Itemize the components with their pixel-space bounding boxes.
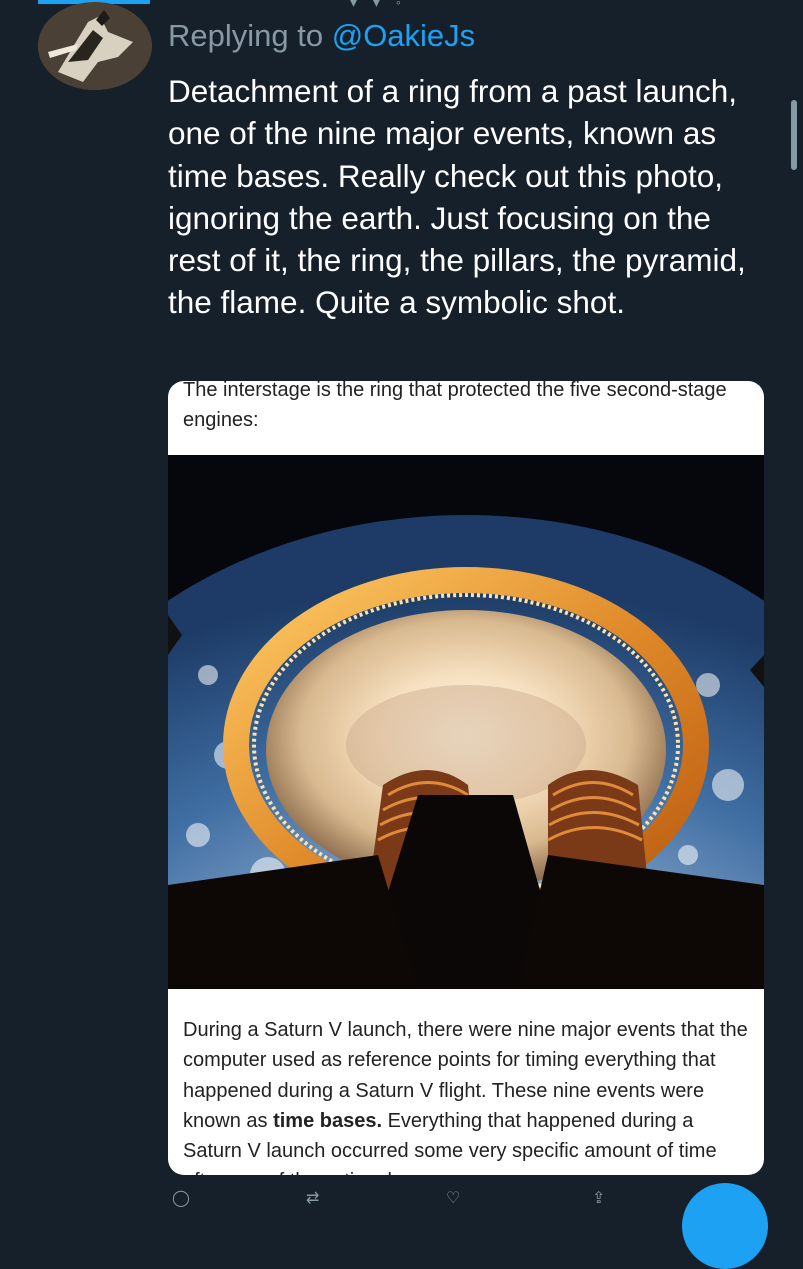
top-action-icons: ▾ ▾ ◦ <box>350 0 407 10</box>
card-photo[interactable] <box>168 455 764 989</box>
avatar[interactable] <box>38 2 152 90</box>
reply-handle-link[interactable]: @OakieJs <box>332 18 475 53</box>
card-bottom-text-bold: time bases. <box>273 1109 383 1132</box>
retweet-icon[interactable]: ⇄ <box>306 1188 319 1208</box>
tweet-text: Detachment of a ring from a past launch,… <box>168 73 746 321</box>
card-bottom-text: During a Saturn V launch, there were nin… <box>183 1015 753 1175</box>
interstage-ring-photo-icon <box>168 455 764 989</box>
reply-icon[interactable]: ◯ <box>172 1188 190 1208</box>
replying-to-label: Replying to <box>168 18 324 53</box>
replying-to: Replying to @OakieJs <box>168 18 475 54</box>
scrollbar[interactable] <box>791 100 797 170</box>
like-icon[interactable]: ♡ <box>446 1188 460 1208</box>
avatar-image-icon <box>38 2 152 90</box>
compose-button[interactable] <box>682 1183 768 1269</box>
card-top-text: The interstage is the ring that protecte… <box>183 381 727 431</box>
screenshot-card[interactable]: The interstage is the ring that protecte… <box>168 381 764 1175</box>
share-icon[interactable]: ⇪ <box>592 1188 605 1208</box>
